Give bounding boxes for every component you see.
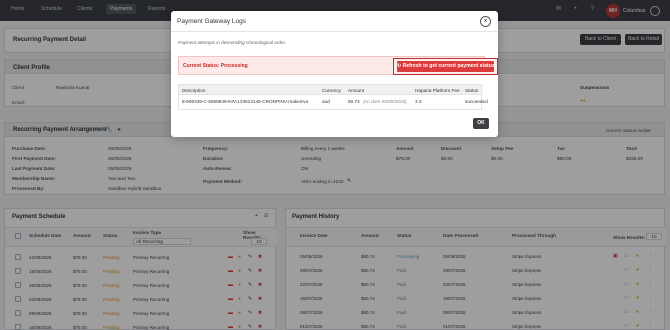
modal-title: Payment Gateway Logs: [177, 18, 247, 25]
log-description: 8-609339-C-6059949-INV-133613146-CRONPIN…: [182, 99, 309, 104]
platform-fee-header: Hapana Platform Fee: [415, 88, 460, 93]
refresh-button-frame: ↻ Refresh to get current payment status: [393, 58, 498, 75]
current-status-text: Current Status: Processing: [183, 63, 248, 69]
modal-subtitle: Payment attempts in descending chronolog…: [178, 40, 287, 45]
refresh-status-button[interactable]: ↻ Refresh to get current payment status: [397, 61, 495, 72]
close-icon[interactable]: ×: [480, 16, 491, 27]
gateway-amount-header: Amount: [348, 88, 365, 93]
modal-divider: [171, 31, 498, 32]
gateway-log-table: Description Currency Amount Hapana Platf…: [178, 84, 488, 110]
payment-gateway-logs-modal: Payment Gateway Logs × Payment attempts …: [171, 11, 498, 137]
log-currency: aud: [322, 99, 330, 104]
refresh-button-label: Refresh to get current payment status: [402, 63, 495, 69]
currency-header: Currency: [322, 88, 342, 93]
gateway-status-header: Status: [465, 88, 479, 93]
log-status: succeeded: [465, 99, 488, 104]
status-alert: Current Status: Processing ↻ Refresh to …: [178, 56, 498, 75]
log-platform-fee: 3.3: [415, 99, 422, 104]
description-header: Description: [182, 88, 206, 93]
log-amount-note: (on date 05/08/2026): [363, 99, 407, 104]
log-amount: 80.74: [348, 99, 360, 104]
ok-button[interactable]: OK: [473, 118, 489, 129]
